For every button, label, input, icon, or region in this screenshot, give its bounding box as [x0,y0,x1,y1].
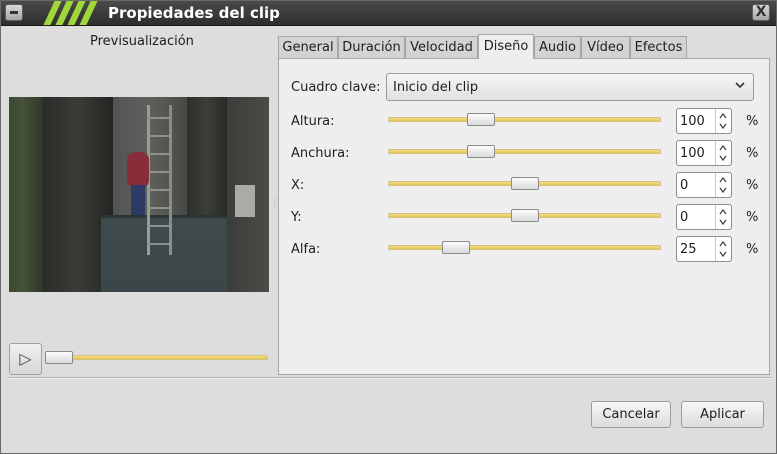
separator [9,377,771,379]
alpha-spinbox[interactable]: 25 [676,236,732,262]
alpha-spin-buttons[interactable] [715,237,731,261]
tab-audio[interactable]: Audio [534,36,581,58]
preview-slider-thumb[interactable] [45,351,73,364]
chevron-down-icon[interactable] [719,186,727,194]
alpha-label: Alfa: [291,242,321,257]
chevron-down-icon[interactable] [719,122,727,130]
play-button[interactable]: ▷ [9,343,42,375]
width-slider[interactable] [388,143,661,161]
x-label: X: [291,178,305,193]
preview-label: Previsualización [90,34,194,49]
height-slider-thumb[interactable] [467,113,495,126]
x-unit: % [746,178,759,193]
height-value: 100 [680,114,705,129]
alpha-unit: % [746,242,759,257]
y-spin-buttons[interactable] [715,205,731,229]
chevron-down-icon[interactable] [719,218,727,226]
y-spinbox[interactable]: 0 [676,204,732,230]
keyframe-dropdown-value: Inicio del clip [393,80,479,95]
width-slider-track [388,149,661,154]
tab-video[interactable]: Vídeo [581,36,630,58]
alpha-slider-thumb[interactable] [442,241,470,254]
x-slider[interactable] [388,175,661,193]
apply-button[interactable]: Aplicar [681,401,764,428]
width-unit: % [746,146,759,161]
y-unit: % [746,210,759,225]
cancel-button[interactable]: Cancelar [591,401,671,428]
preview-slider-track [45,355,268,360]
chevron-up-icon[interactable] [719,240,727,248]
width-spin-buttons[interactable] [715,141,731,165]
tab-duracion[interactable]: Duración [338,36,405,58]
height-slider[interactable] [388,111,661,129]
keyframe-dropdown[interactable]: Inicio del clip [386,73,754,101]
chevron-down-icon[interactable] [719,250,727,258]
x-slider-thumb[interactable] [511,177,539,190]
y-value: 0 [680,210,689,225]
alpha-slider-track [388,245,661,250]
height-unit: % [746,114,759,129]
clip-properties-dialog: Propiedades del clip X Previsualización … [0,0,777,454]
x-spinbox[interactable]: 0 [676,172,732,198]
height-spinbox[interactable]: 100 [676,108,732,134]
chevron-up-icon[interactable] [719,144,727,152]
chevron-down-icon[interactable] [719,154,727,162]
x-value: 0 [680,178,689,193]
tab-efectos[interactable]: Efectos [630,36,687,58]
chevron-down-icon [735,82,745,89]
y-slider-thumb[interactable] [511,209,539,222]
width-slider-thumb[interactable] [467,145,495,158]
close-button[interactable]: X [752,4,770,21]
tab-general[interactable]: General [278,36,338,58]
window-title: Propiedades del clip [108,4,280,22]
chevron-up-icon[interactable] [719,176,727,184]
titlebar[interactable]: Propiedades del clip X [1,1,776,26]
alpha-value: 25 [680,242,697,257]
chevron-up-icon[interactable] [719,112,727,120]
chevron-up-icon[interactable] [719,208,727,216]
width-spinbox[interactable]: 100 [676,140,732,166]
y-slider[interactable] [388,207,661,225]
preview-video-frame [9,97,269,292]
height-label: Altura: [291,114,335,129]
width-label: Anchura: [291,146,350,161]
keyframe-label: Cuadro clave: [291,80,381,95]
tab-diseno[interactable]: Diseño [478,34,534,59]
tab-velocidad[interactable]: Velocidad [405,36,478,58]
alpha-slider[interactable] [388,239,661,257]
y-label: Y: [291,210,302,225]
width-value: 100 [680,146,705,161]
x-spin-buttons[interactable] [715,173,731,197]
height-spin-buttons[interactable] [715,109,731,133]
height-slider-track [388,117,661,122]
preview-position-slider[interactable] [45,349,268,367]
window-menu-icon[interactable] [5,4,23,21]
